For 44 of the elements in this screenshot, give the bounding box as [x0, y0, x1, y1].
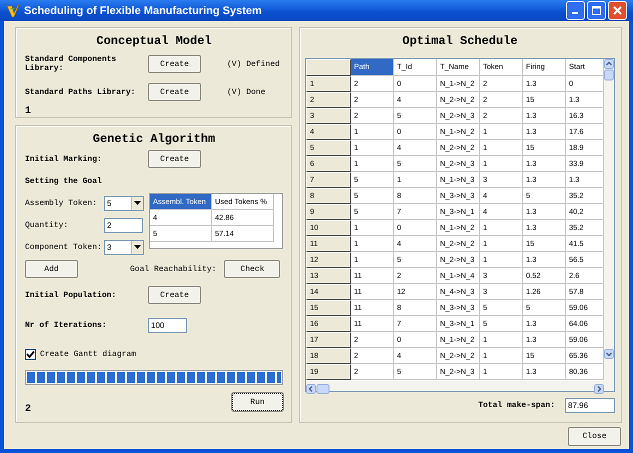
field-label: Initial Marking: — [25, 154, 103, 164]
dropdown[interactable]: 3 — [104, 240, 144, 254]
create-button[interactable]: Create — [148, 83, 201, 101]
panel-title: Conceptual Model — [95, 33, 213, 50]
maximize-button[interactable] — [587, 1, 606, 20]
dropdown[interactable]: 5 — [104, 196, 144, 210]
status-text: (V) Done — [227, 88, 266, 96]
panel-title: Optimal Schedule — [401, 33, 519, 50]
section-number: 1 — [25, 106, 32, 117]
dropdown-arrow-icon — [134, 201, 141, 205]
create-button[interactable]: Create — [148, 55, 201, 73]
panel-title: Genetic Algorithm — [92, 131, 216, 148]
field-label: Standard Paths Library: — [25, 88, 136, 96]
input-field[interactable]: 100 — [148, 318, 187, 332]
check-icon — [26, 350, 35, 358]
close-icon — [613, 6, 622, 15]
field-label: Nr of Iterations: — [25, 320, 108, 330]
status-text: (V) Defined — [227, 60, 280, 68]
field-label: Total make-span: — [478, 400, 555, 410]
close-button[interactable]: Close — [568, 426, 621, 446]
run-button[interactable]: Run — [232, 393, 283, 411]
create-button[interactable]: Create — [148, 286, 201, 304]
section-number: 2 — [25, 404, 32, 415]
checkbox-label: Create Gantt diagram — [40, 350, 136, 358]
close-button[interactable] — [608, 1, 627, 20]
dropdown-arrow-icon — [134, 245, 141, 249]
check-button[interactable]: Check — [224, 260, 280, 278]
window-title: Scheduling of Flexible Manufacturing System — [24, 4, 263, 16]
field-label: Goal Reachability: — [130, 264, 216, 274]
field-label: Component Token: — [25, 242, 103, 252]
field-label: Initial Population: — [25, 290, 118, 300]
add-button[interactable]: Add — [25, 260, 78, 278]
checkbox[interactable] — [25, 348, 36, 360]
create-button[interactable]: Create — [148, 150, 201, 168]
app-logo-icon — [6, 4, 20, 18]
section-heading: Setting the Goal — [25, 176, 102, 186]
horizontal-scrollbar[interactable] — [306, 381, 614, 391]
input-field[interactable]: 2 — [104, 218, 143, 232]
maximize-icon — [592, 6, 601, 15]
input-field[interactable]: 87.96 — [565, 398, 615, 412]
field-label: Standard Components Library: — [25, 55, 118, 73]
field-label: Quantity: — [25, 220, 70, 230]
field-label: Assembly Token: — [25, 198, 98, 208]
minimize-button[interactable] — [566, 1, 585, 20]
